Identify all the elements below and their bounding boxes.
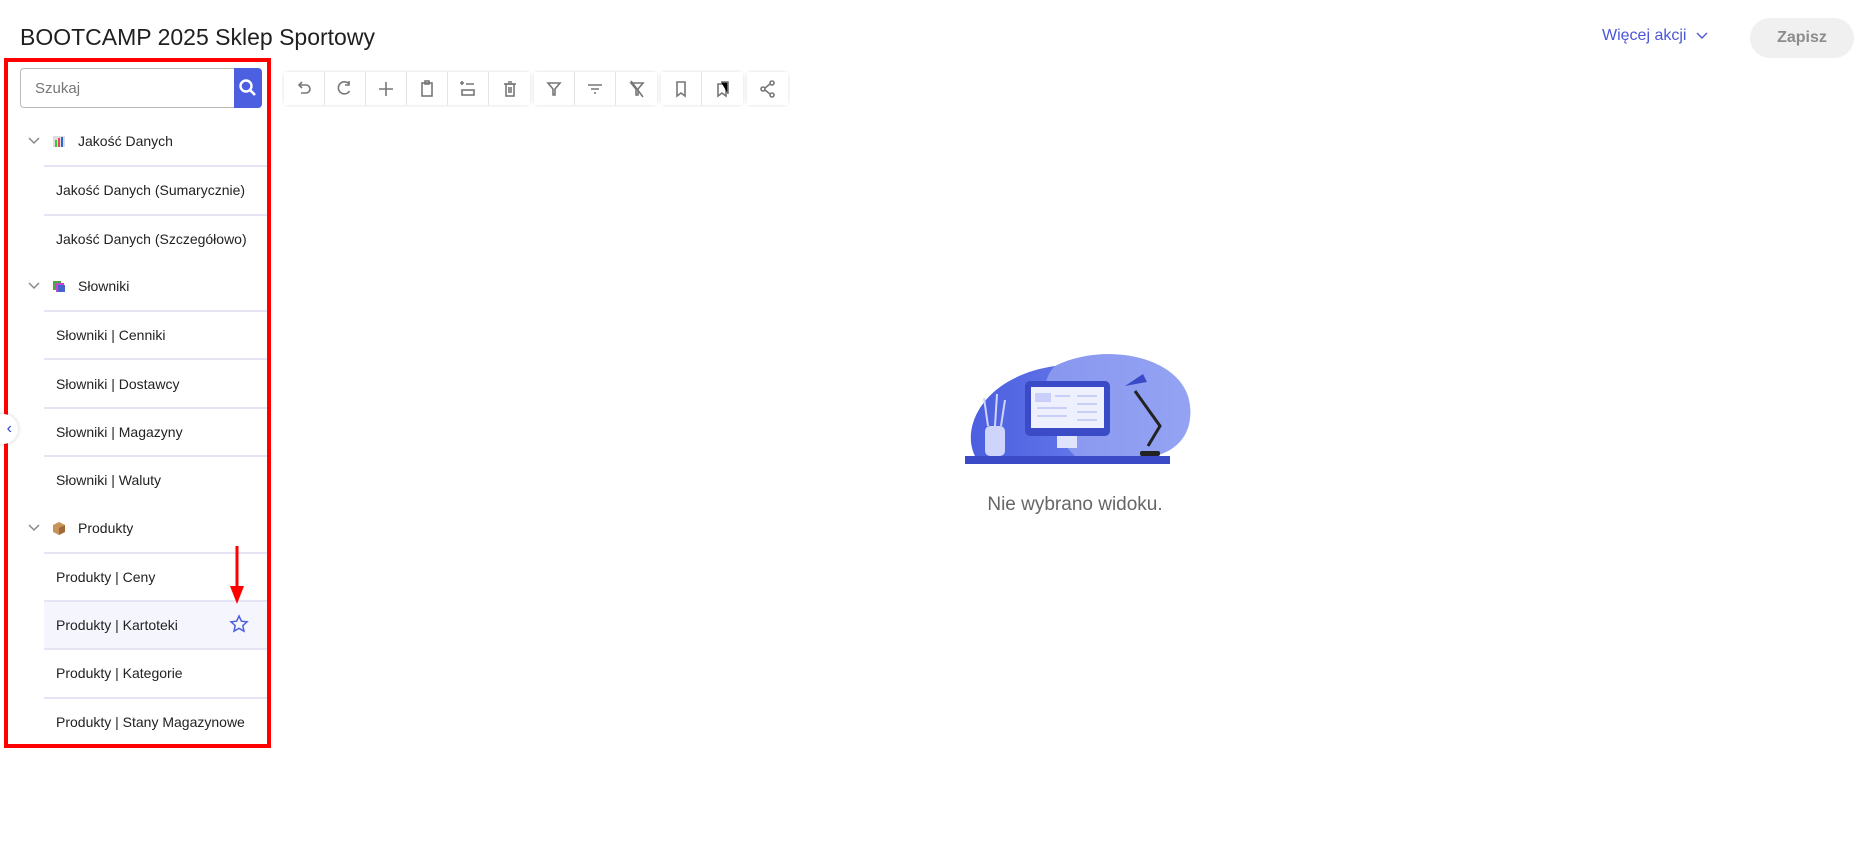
tree-group-label: Słowniki	[78, 278, 130, 295]
clear-filter-button[interactable]	[616, 72, 657, 105]
more-actions-dropdown[interactable]: Więcej akcji	[1602, 27, 1708, 45]
empty-state-message: Nie wybrano widoku.	[987, 494, 1163, 515]
share-icon	[759, 79, 775, 98]
empty-state-illustration	[965, 354, 1191, 464]
insert-row-icon	[460, 80, 475, 96]
chevron-left-icon: ‹	[6, 420, 12, 437]
tree-group[interactable]: Słowniki	[8, 262, 267, 310]
bookmarks-icon	[716, 80, 729, 98]
chevron-down-icon	[28, 523, 40, 531]
search-button[interactable]	[234, 68, 262, 108]
star-favorite-icon[interactable]	[229, 614, 249, 634]
tree-item-label: Słowniki | Dostawcy	[56, 375, 180, 392]
chevron-down-icon	[1696, 32, 1708, 39]
toolbar-group	[534, 72, 657, 105]
tree-item[interactable]: Jakość Danych (Sumarycznie)	[44, 165, 267, 213]
views-sidebar: Jakość Danych Jakość Danych (Sumarycznie)…	[4, 58, 271, 748]
sort-filter-button[interactable]	[575, 72, 616, 105]
chevron-down-icon	[28, 282, 40, 290]
filter-button[interactable]	[534, 72, 575, 105]
share-button[interactable]	[747, 72, 788, 105]
chevron-down-icon	[28, 137, 40, 145]
add-icon	[379, 81, 393, 96]
toolbar-group	[747, 72, 788, 105]
more-actions-label: Więcej akcji	[1602, 27, 1687, 44]
tree-item[interactable]: Słowniki | Cenniki	[44, 310, 267, 358]
filter-icon	[546, 81, 562, 96]
search-box	[20, 68, 262, 108]
tree-item-label: Produkty | Ceny	[56, 568, 156, 585]
tree-item-label: Jakość Danych (Sumarycznie)	[56, 182, 246, 199]
page-title: BOOTCAMP 2025 Sklep Sportowy	[20, 24, 375, 50]
redo-icon	[337, 80, 351, 95]
search-icon	[239, 79, 256, 96]
tree-item-label: Produkty | Stany Magazynowe	[56, 713, 245, 730]
views-tree: Jakość Danych Jakość Danych (Sumarycznie)…	[8, 117, 267, 745]
package-icon	[53, 521, 65, 535]
undo-button[interactable]	[284, 72, 325, 105]
tree-item[interactable]: Produkty | Stany Magazynowe	[44, 696, 267, 745]
tree-item-label: Słowniki | Magazyny	[56, 423, 183, 440]
tree-item[interactable]: Produkty | Kategorie	[44, 648, 267, 696]
redo-button[interactable]	[325, 72, 366, 105]
clear-filter-icon	[628, 80, 645, 97]
bookmark-icon	[676, 80, 686, 98]
tree-group[interactable]: Produkty	[8, 503, 267, 551]
add-button[interactable]	[366, 72, 407, 105]
tree-group-label: Produkty	[78, 519, 134, 536]
tree-item[interactable]: Słowniki | Dostawcy	[44, 358, 267, 406]
undo-icon	[297, 80, 311, 94]
toolbar	[284, 72, 788, 105]
tree-item[interactable]: Słowniki | Waluty	[44, 455, 267, 503]
insert-row-button[interactable]	[448, 72, 489, 105]
toolbar-group	[661, 72, 743, 105]
books-icon	[53, 281, 65, 293]
toolbar-group	[284, 72, 530, 105]
tree-group-label: Jakość Danych	[78, 133, 173, 150]
tree-item-label: Słowniki | Waluty	[56, 472, 162, 489]
bookmarks-button[interactable]	[702, 72, 743, 105]
tree-group[interactable]: Jakość Danych	[8, 117, 267, 165]
delete-icon	[503, 80, 516, 97]
paste-icon	[421, 79, 433, 97]
sort-filter-icon	[588, 83, 602, 94]
bookmark-button[interactable]	[661, 72, 702, 105]
delete-button[interactable]	[489, 72, 530, 105]
tree-item-label: Produkty | Kategorie	[56, 665, 183, 682]
paste-button[interactable]	[407, 72, 448, 105]
annotation-arrow-icon	[230, 546, 244, 604]
tree-item-label: Produkty | Kartoteki	[56, 617, 178, 634]
tree-item-label: Słowniki | Cenniki	[56, 327, 166, 344]
search-input[interactable]	[20, 68, 234, 108]
tree-item[interactable]: Produkty | Kartoteki	[44, 599, 267, 649]
tree-item[interactable]: Słowniki | Magazyny	[44, 406, 267, 455]
save-button[interactable]: Zapisz	[1750, 18, 1854, 58]
bar-chart-icon	[53, 136, 65, 148]
tree-item-label: Jakość Danych (Szczegółowo)	[56, 230, 247, 247]
tree-item[interactable]: Jakość Danych (Szczegółowo)	[44, 213, 267, 262]
